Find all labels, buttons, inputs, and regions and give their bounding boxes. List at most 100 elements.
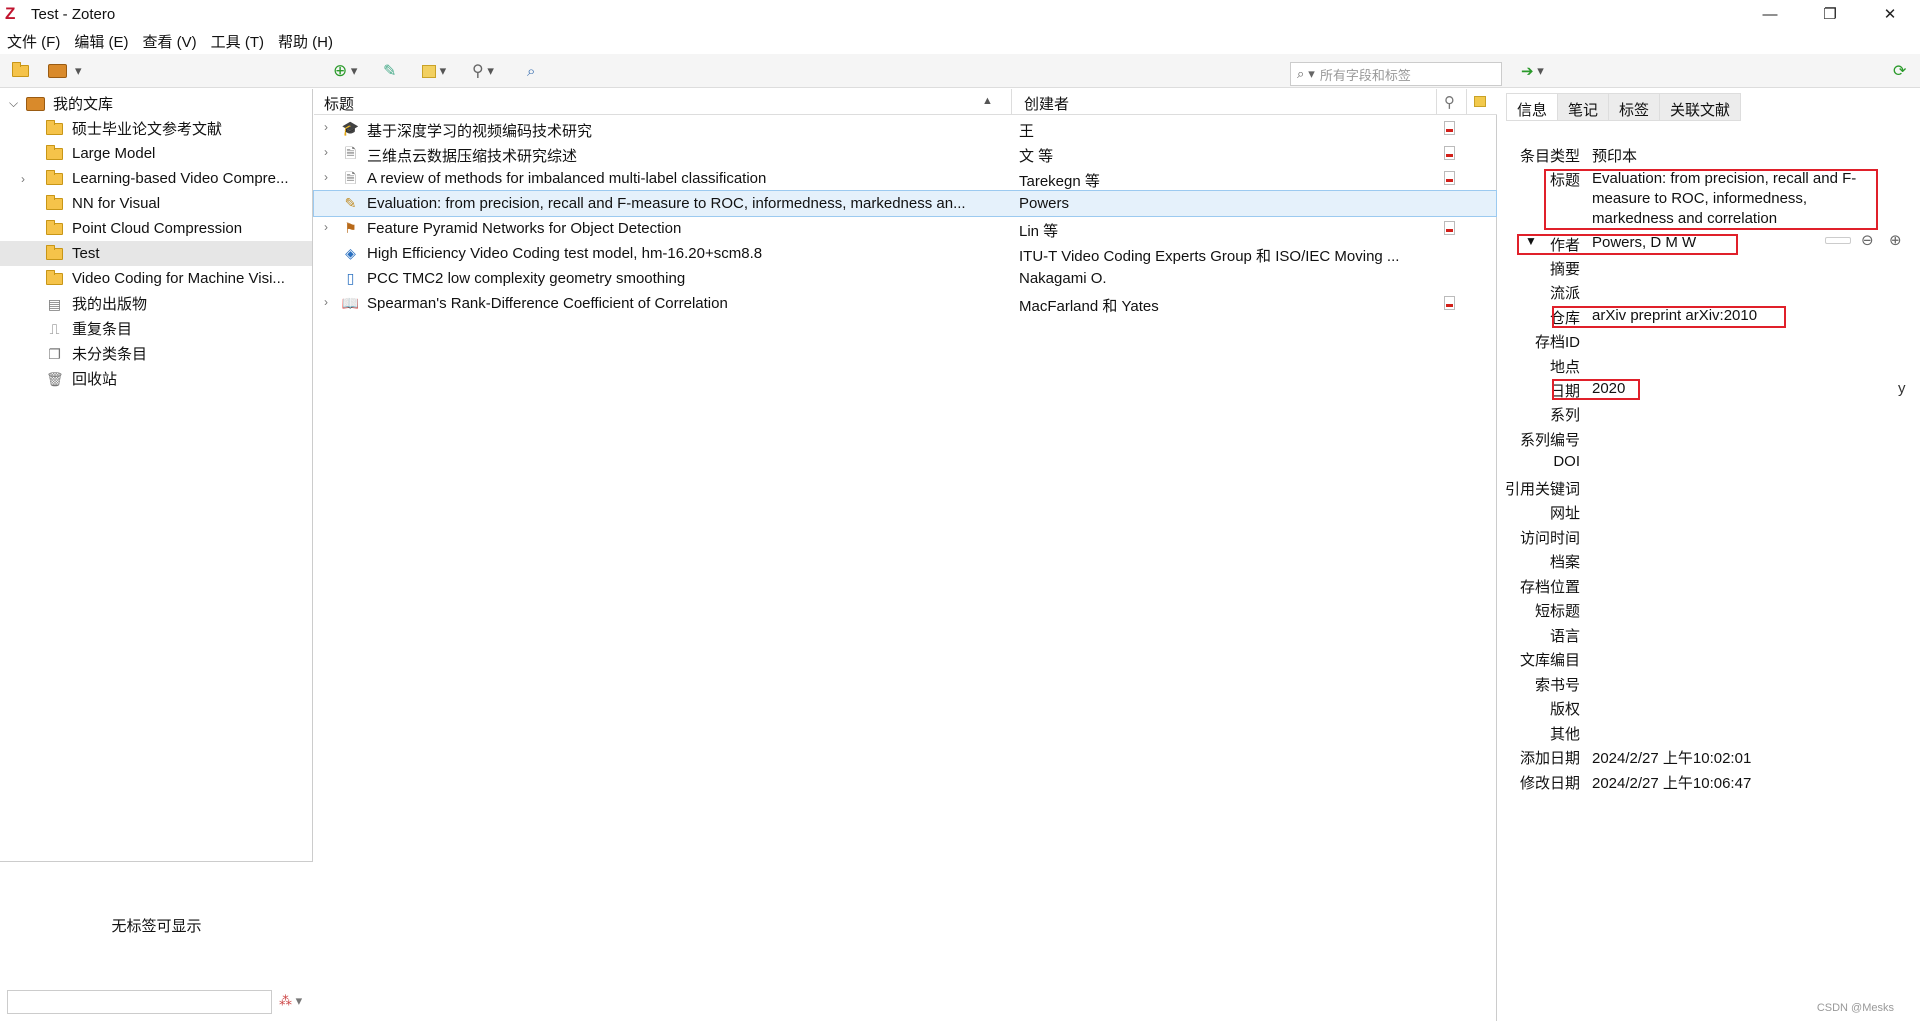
- collection-item-selected[interactable]: Test: [0, 241, 312, 266]
- software-icon: ◈: [345, 245, 356, 261]
- title-bar: Z Test - Zotero — ❐ ✕: [0, 0, 1920, 28]
- field-label: DOI: [1553, 453, 1580, 470]
- item-row[interactable]: › 🗎 三维点云数据压缩技术研究综述 文 等: [314, 141, 1496, 166]
- new-library-button[interactable]: ▾: [48, 61, 82, 81]
- pdf-icon[interactable]: [1444, 121, 1455, 135]
- advanced-search-button[interactable]: ⌕: [527, 61, 535, 81]
- search-mode-chevron-icon[interactable]: ▾: [1308, 66, 1315, 82]
- notes-column-icon[interactable]: [1474, 96, 1486, 107]
- field-label: 流派: [1549, 285, 1580, 302]
- column-title[interactable]: 标题: [324, 93, 354, 114]
- field-label: 文库编目: [1519, 652, 1580, 669]
- folder-icon: [46, 119, 63, 135]
- publications-icon: ▤: [47, 295, 62, 312]
- sync-icon: ⟳: [1893, 63, 1907, 80]
- close-button[interactable]: ✕: [1860, 0, 1920, 28]
- menu-tools[interactable]: 工具 (T): [204, 31, 271, 52]
- chevron-right-icon[interactable]: ›: [324, 170, 328, 184]
- pdf-icon[interactable]: [1444, 146, 1455, 160]
- remove-creator-icon[interactable]: ⊖: [1861, 231, 1874, 249]
- document-icon: 🗎: [344, 145, 357, 161]
- library-root[interactable]: ⌵ 我的文库: [0, 91, 312, 116]
- collection-item[interactable]: Large Model: [0, 141, 312, 166]
- item-pane: 信息 笔记 标签 关联文献 条目类型 预印本 标题 Evaluation: fr…: [1498, 89, 1920, 1021]
- collection-item[interactable]: 硕士毕业论文参考文献: [0, 116, 312, 141]
- search-box[interactable]: ⌕ ▾ 所有字段和标签: [1290, 62, 1502, 86]
- field-label: 地点: [1549, 359, 1580, 376]
- collection-label: Point Cloud Compression: [72, 220, 243, 237]
- chevron-down-icon[interactable]: ⌵: [9, 96, 22, 111]
- pdf-icon[interactable]: [1444, 296, 1455, 310]
- item-creator: MacFarland 和 Yates: [1019, 298, 1159, 315]
- window-controls: — ❐ ✕: [1740, 0, 1920, 28]
- tag-filter-input[interactable]: [7, 990, 272, 1014]
- menu-edit[interactable]: 编辑 (E): [67, 31, 135, 52]
- menu-help[interactable]: 帮助 (H): [271, 31, 340, 52]
- new-collection-icon: [12, 62, 29, 77]
- title-highlight-box: [1544, 169, 1878, 230]
- collection-item[interactable]: › Learning-based Video Compre...: [0, 166, 312, 191]
- collection-item[interactable]: Video Coding for Machine Visi...: [0, 266, 312, 291]
- field-label: 版权: [1549, 701, 1580, 718]
- trash-item[interactable]: 🗑 回收站: [0, 366, 312, 391]
- zotero-logo-icon: Z: [5, 4, 16, 23]
- add-attachment-button[interactable]: ⚲ ▾: [472, 61, 494, 81]
- field-label: 引用关键词: [1504, 481, 1580, 498]
- new-item-button[interactable]: ⊕ ▾: [333, 61, 357, 81]
- collection-item[interactable]: NN for Visual: [0, 191, 312, 216]
- collection-item[interactable]: Point Cloud Compression: [0, 216, 312, 241]
- item-row[interactable]: › 🎓 基于深度学习的视频编码技术研究 王: [314, 116, 1496, 141]
- library-icon: [48, 64, 67, 78]
- tag-selector: 无标签可显示 ⁂ ▾: [0, 861, 313, 1021]
- item-row[interactable]: ◈ High Efficiency Video Coding test mode…: [314, 241, 1496, 266]
- chevron-right-icon[interactable]: ›: [324, 295, 328, 309]
- chevron-down-icon: ▾: [75, 63, 82, 78]
- add-by-identifier-button[interactable]: ✎: [383, 61, 396, 81]
- item-row[interactable]: › 📖 Spearman's Rank-Difference Coefficie…: [314, 291, 1496, 316]
- chevron-right-icon[interactable]: ›: [324, 145, 328, 159]
- locate-button[interactable]: ➔ ▾: [1521, 61, 1544, 81]
- menu-view[interactable]: 查看 (V): [136, 31, 204, 52]
- folder-icon: [46, 269, 63, 285]
- unfiled-item[interactable]: ❐ 未分类条目: [0, 341, 312, 366]
- tab-notes[interactable]: 笔记: [1558, 94, 1610, 120]
- field-label: 摘要: [1549, 261, 1580, 278]
- item-row-selected[interactable]: ✎ Evaluation: from precision, recall and…: [313, 190, 1497, 217]
- attachment-column-icon[interactable]: ⚲: [1444, 93, 1455, 111]
- my-publications-item[interactable]: ▤ 我的出版物: [0, 291, 312, 316]
- pdf-icon[interactable]: [1444, 221, 1455, 235]
- duplicates-item[interactable]: ⎍ 重复条目: [0, 316, 312, 341]
- menu-file[interactable]: 文件 (F): [0, 31, 67, 52]
- tab-related[interactable]: 关联文献: [1660, 94, 1740, 120]
- add-creator-icon[interactable]: ⊕: [1889, 231, 1902, 249]
- maximize-button[interactable]: ❐: [1800, 0, 1860, 28]
- creator-type-switch[interactable]: [1825, 237, 1851, 244]
- window-title: Test - Zotero: [31, 5, 116, 23]
- new-collection-button[interactable]: [12, 61, 38, 81]
- item-row[interactable]: › 🗎 A review of methods for imbalanced m…: [314, 166, 1496, 191]
- document-icon: 🗎: [344, 170, 357, 186]
- chevron-right-icon[interactable]: ›: [0, 172, 29, 186]
- tab-tags[interactable]: 标签: [1609, 94, 1661, 120]
- field-label: 索书号: [1534, 677, 1580, 694]
- author-highlight-box: [1517, 234, 1738, 255]
- collection-label: Video Coding for Machine Visi...: [72, 270, 285, 287]
- item-row[interactable]: › ⚑ Feature Pyramid Networks for Object …: [314, 216, 1496, 241]
- special-label: 我的出版物: [72, 296, 148, 313]
- pdf-icon[interactable]: [1444, 171, 1455, 185]
- chevron-down-icon: ▾: [1533, 63, 1544, 78]
- tag-actions-button[interactable]: ⁂ ▾: [279, 993, 302, 1009]
- column-creator[interactable]: 创建者: [1024, 93, 1069, 114]
- item-type-value[interactable]: 预印本: [1592, 145, 1637, 166]
- book-icon: 📖: [341, 295, 360, 311]
- field-label: 访问时间: [1519, 530, 1580, 547]
- sync-button[interactable]: ⟳: [1893, 61, 1906, 81]
- minimize-button[interactable]: —: [1740, 0, 1800, 28]
- chevron-right-icon[interactable]: ›: [324, 220, 328, 234]
- tab-info[interactable]: 信息: [1507, 94, 1559, 120]
- field-label: 添加日期: [1519, 750, 1580, 767]
- conference-paper-icon: ⚑: [344, 220, 357, 236]
- chevron-right-icon[interactable]: ›: [324, 120, 328, 134]
- new-note-button[interactable]: ▾: [422, 61, 446, 81]
- item-row[interactable]: ▯ PCC TMC2 low complexity geometry smoot…: [314, 266, 1496, 291]
